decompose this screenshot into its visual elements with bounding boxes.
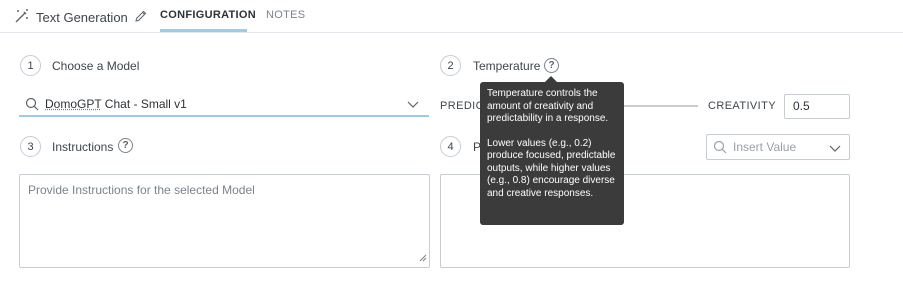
search-icon [25,97,39,114]
active-tab-indicator [160,29,247,32]
chevron-down-icon[interactable] [829,142,841,156]
tab-configuration[interactable]: CONFIGURATION [160,9,256,21]
insert-value-placeholder: Insert Value [733,140,797,154]
temperature-value-input[interactable]: 0.5 [784,94,850,119]
tab-notes[interactable]: NOTES [266,9,305,21]
instructions-label: Instructions [52,140,114,154]
step-number-1: 1 [20,55,41,76]
creativity-label: CREATIVITY [708,100,776,112]
model-select-value: DomoGPT Chat - Small v1 [45,97,187,111]
temperature-label: Temperature [473,59,541,73]
choose-model-label: Choose a Model [52,59,140,73]
insert-value-select[interactable]: Insert Value [706,134,850,160]
instructions-help-icon[interactable]: ? [118,138,133,153]
search-icon [713,140,727,157]
step-number-3: 3 [20,136,41,157]
title-area: Text Generation [14,8,148,26]
temperature-help-icon[interactable]: ? [544,58,559,73]
resize-handle-icon[interactable] [419,251,427,265]
temperature-tooltip: Temperature controls the amount of creat… [480,82,624,225]
step-number-4: 4 [440,136,461,157]
magic-wand-icon [14,8,30,27]
tooltip-text-2: Lower values (e.g., 0.2) produce focused… [487,137,616,199]
tooltip-text-1: Temperature controls the amount of creat… [487,88,609,124]
model-select[interactable]: DomoGPT Chat - Small v1 [19,93,429,117]
step-number-2: 2 [440,55,461,76]
pencil-icon[interactable] [134,9,148,26]
page-title: Text Generation [36,9,128,25]
instructions-placeholder: Provide Instructions for the selected Mo… [28,183,255,197]
instructions-textarea[interactable]: Provide Instructions for the selected Mo… [19,174,430,268]
chevron-down-icon[interactable] [407,98,419,112]
